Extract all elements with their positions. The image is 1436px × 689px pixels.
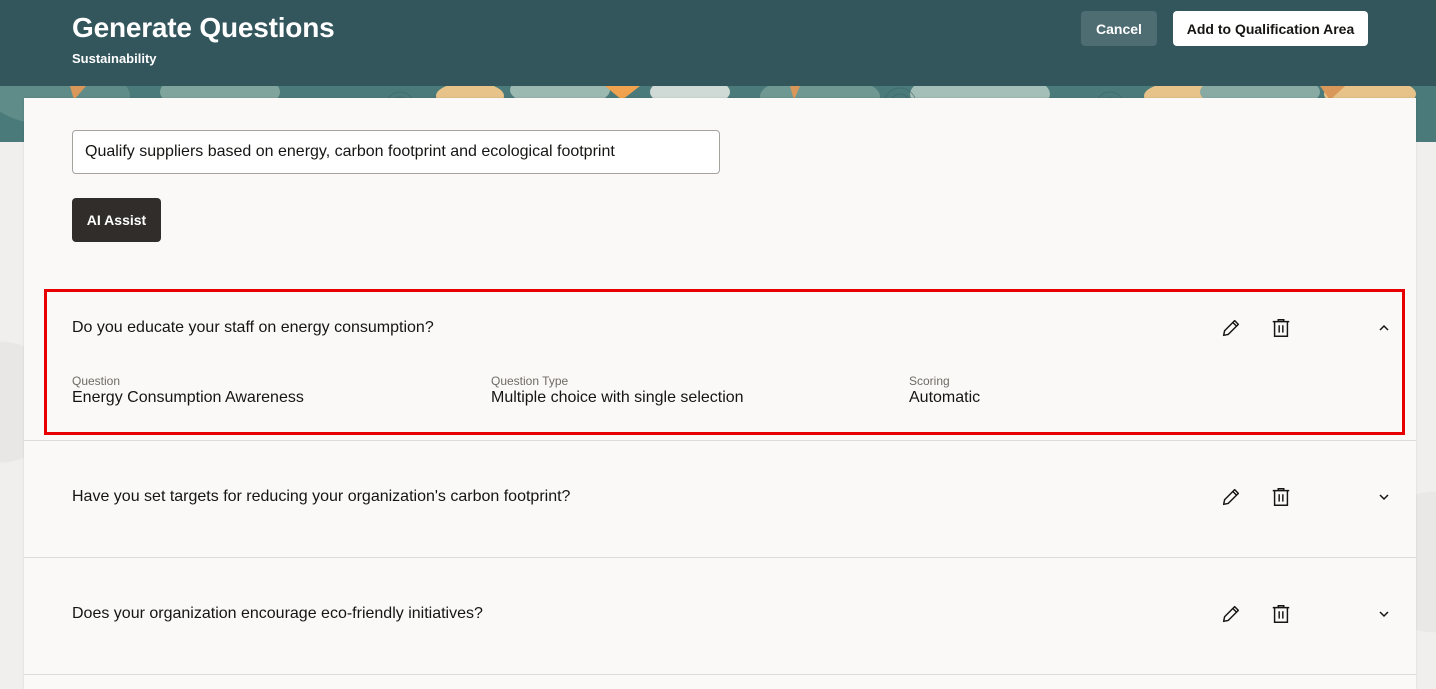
question-text: Have you set targets for reducing your o… xyxy=(72,488,571,505)
pencil-icon[interactable] xyxy=(1217,314,1245,342)
detail-question-type: Question Type Multiple choice with singl… xyxy=(491,374,744,407)
detail-label: Scoring xyxy=(909,374,950,388)
chevron-down-icon[interactable] xyxy=(1370,600,1398,628)
cancel-button[interactable]: Cancel xyxy=(1081,11,1157,46)
page-subtitle: Sustainability xyxy=(72,51,157,66)
ai-assist-button[interactable]: AI Assist xyxy=(72,198,161,242)
question-text: Does your organization encourage eco-fri… xyxy=(72,605,483,622)
question-row[interactable]: Does your organization encourage eco-fri… xyxy=(24,558,1416,675)
trash-icon[interactable] xyxy=(1267,314,1295,342)
detail-label: Question Type xyxy=(491,374,569,388)
chevron-down-icon[interactable] xyxy=(1370,483,1398,511)
trash-icon[interactable] xyxy=(1267,600,1295,628)
detail-value: Automatic xyxy=(909,389,981,406)
detail-value: Multiple choice with single selection xyxy=(491,389,744,406)
detail-value: Energy Consumption Awareness xyxy=(72,389,304,406)
highlight-box xyxy=(44,289,1405,435)
trash-icon[interactable] xyxy=(1267,483,1295,511)
detail-label: Question xyxy=(72,374,121,388)
add-to-qualification-area-button[interactable]: Add to Qualification Area xyxy=(1173,11,1368,46)
chevron-up-icon[interactable] xyxy=(1370,314,1398,342)
page-title: Generate Questions xyxy=(72,12,335,43)
question-text: Do you educate your staff on energy cons… xyxy=(72,319,434,336)
prompt-input[interactable] xyxy=(72,130,720,174)
pencil-icon[interactable] xyxy=(1217,600,1245,628)
detail-question: Question Energy Consumption Awareness xyxy=(72,374,304,407)
question-row[interactable]: Do you educate your staff on energy cons… xyxy=(24,289,1416,441)
detail-scoring: Scoring Automatic xyxy=(909,374,980,407)
pencil-icon[interactable] xyxy=(1217,483,1245,511)
main-panel: AI Assist Do you educate your staff on e… xyxy=(24,98,1416,689)
question-row-partial xyxy=(24,675,1416,689)
question-row[interactable]: Have you set targets for reducing your o… xyxy=(24,441,1416,558)
